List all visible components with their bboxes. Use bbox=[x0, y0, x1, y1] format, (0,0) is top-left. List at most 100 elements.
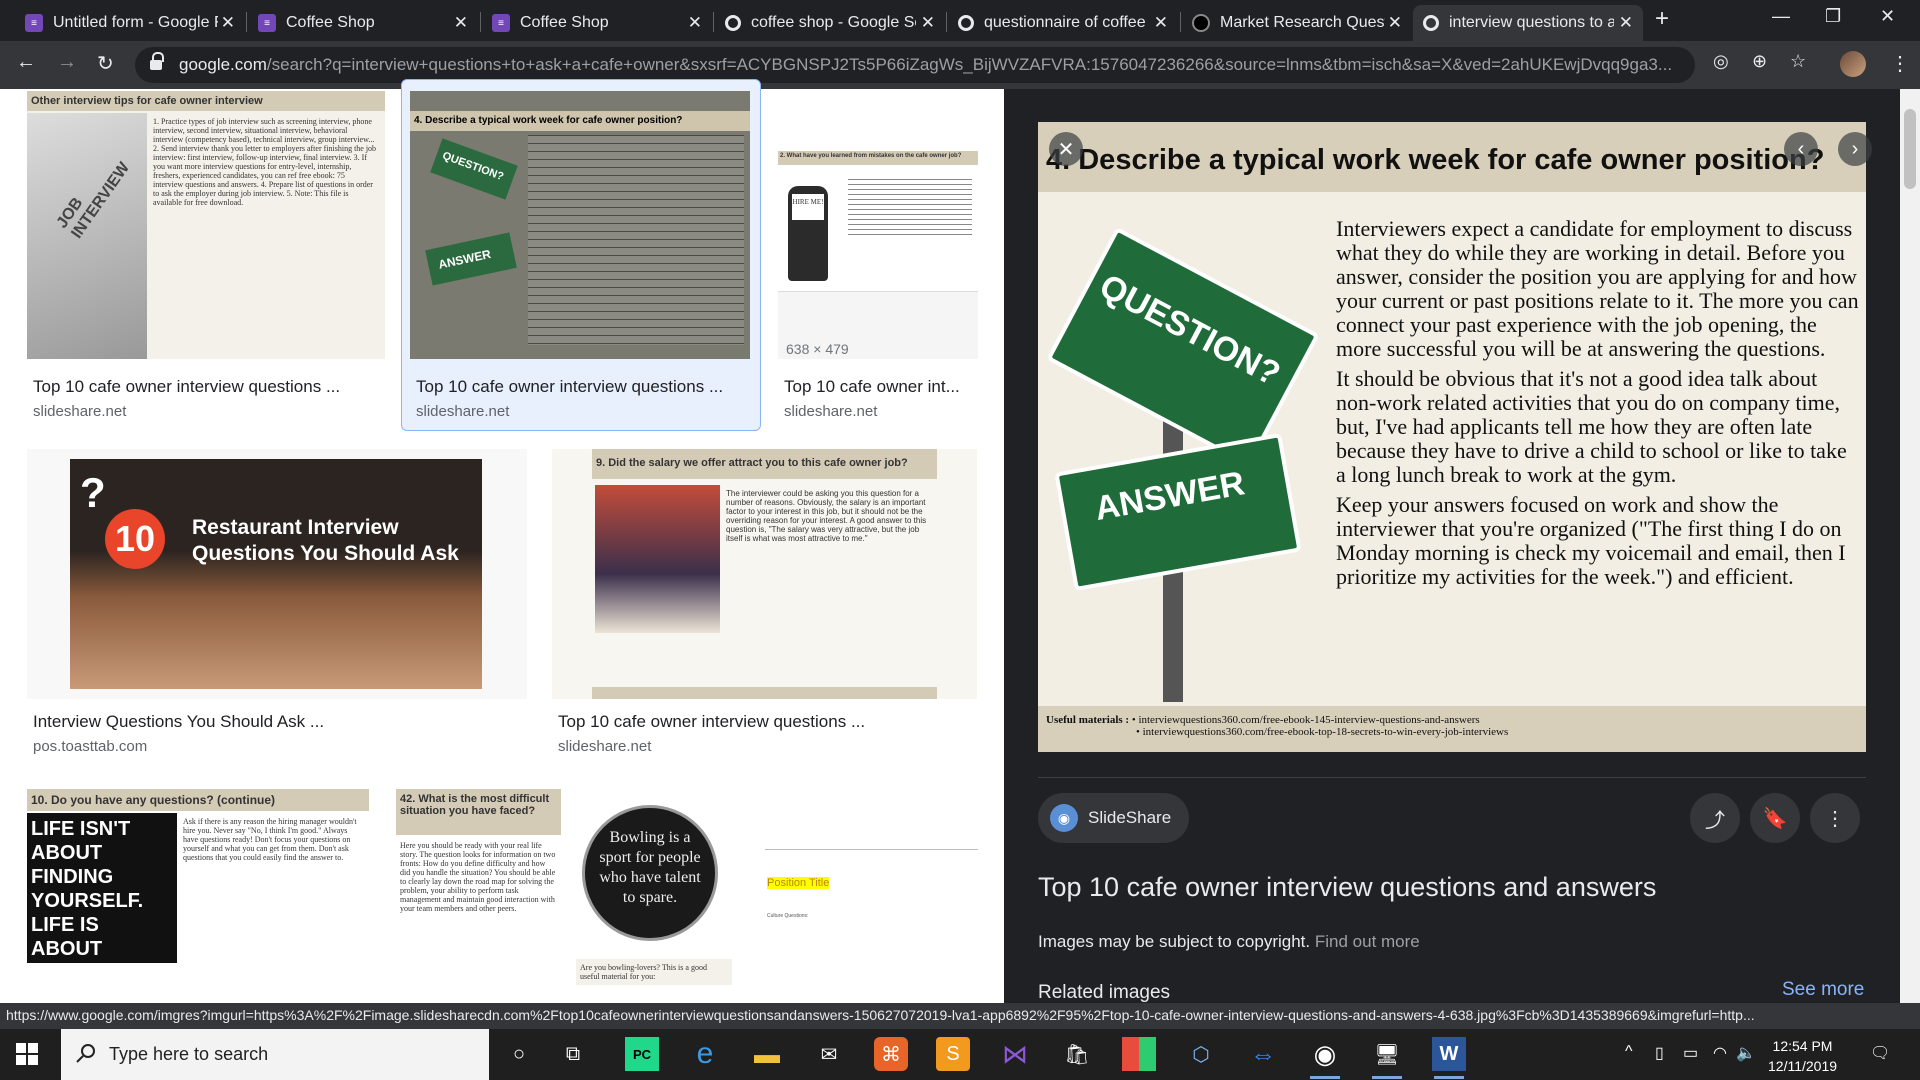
source-chip[interactable]: ◉ SlideShare bbox=[1038, 793, 1190, 843]
forward-icon[interactable]: → bbox=[57, 51, 77, 74]
3d-box-icon[interactable]: ⬡ bbox=[1184, 1037, 1218, 1071]
google-icon bbox=[958, 15, 974, 31]
more-options-icon[interactable]: ⋮ bbox=[1810, 793, 1860, 843]
sublime-icon[interactable]: S bbox=[936, 1037, 970, 1071]
close-tab-icon[interactable]: ✕ bbox=[688, 13, 702, 33]
preview-title[interactable]: Top 10 cafe owner interview questions an… bbox=[1038, 872, 1656, 903]
tab-interview-questions[interactable]: interview questions to ask ✕ bbox=[1413, 5, 1643, 41]
result-card[interactable]: Position Title Culture Questions: bbox=[765, 789, 978, 1003]
preview-image[interactable]: 4. Describe a typical work week for cafe… bbox=[1038, 122, 1866, 752]
url-path: /search?q=interview+questions+to+ask+a+c… bbox=[266, 55, 1673, 74]
mail-icon[interactable]: ✉ bbox=[812, 1037, 846, 1071]
result-title[interactable]: Top 10 cafe owner interview questions ..… bbox=[33, 377, 363, 397]
chrome-icon[interactable]: ◉ bbox=[1308, 1037, 1342, 1079]
close-tab-icon[interactable]: ✕ bbox=[1619, 13, 1633, 33]
result-thumbnail[interactable]: 2. What have you learned from mistakes o… bbox=[778, 91, 978, 359]
tab-coffee-shop-search[interactable]: coffee shop - Google Search ✕ bbox=[715, 5, 945, 41]
new-tab-icon[interactable]: + bbox=[1655, 5, 1669, 33]
explorer-window-icon[interactable]: 🖥 bbox=[1370, 1037, 1404, 1079]
result-title[interactable]: Top 10 cafe owner int... bbox=[784, 377, 974, 397]
close-preview-icon[interactable]: ✕ bbox=[1049, 132, 1083, 166]
status-bar-url: https://www.google.com/imgres?imgurl=htt… bbox=[0, 1003, 1920, 1029]
result-source[interactable]: slideshare.net bbox=[558, 738, 651, 755]
forms-icon: ≡ bbox=[492, 14, 510, 32]
clock[interactable]: 12:54 PM 12/11/2019 bbox=[1768, 1036, 1837, 1076]
previous-image-icon[interactable]: ‹ bbox=[1784, 132, 1818, 166]
result-thumbnail[interactable]: ? 10 Restaurant Interview Questions You … bbox=[27, 449, 527, 699]
result-source[interactable]: slideshare.net bbox=[33, 403, 126, 420]
result-card[interactable]: Other interview tips for cafe owner inte… bbox=[27, 91, 385, 421]
result-title[interactable]: Interview Questions You Should Ask ... bbox=[33, 712, 513, 732]
bookmark-icon[interactable]: 🔖 bbox=[1750, 793, 1800, 843]
wifi-icon[interactable]: ◠ bbox=[1713, 1043, 1727, 1063]
result-card[interactable]: 9. Did the salary we offer attract you t… bbox=[552, 449, 977, 755]
visual-studio-icon[interactable]: ⋈ bbox=[998, 1037, 1032, 1071]
taskbar-search[interactable]: Type here to search bbox=[61, 1029, 489, 1080]
tray-app-icon[interactable]: ▯ bbox=[1655, 1043, 1664, 1063]
result-thumbnail[interactable]: 10. Do you have any questions? (continue… bbox=[27, 789, 369, 1003]
result-card[interactable]: 42. What is the most difficult situation… bbox=[396, 789, 736, 1003]
cortana-icon[interactable]: ○ bbox=[502, 1037, 536, 1071]
find-out-more-link[interactable]: Find out more bbox=[1315, 932, 1420, 951]
result-card-selected[interactable]: 4. Describe a typical work week for cafe… bbox=[410, 91, 750, 421]
result-thumbnail[interactable]: 9. Did the salary we offer attract you t… bbox=[552, 449, 977, 699]
preview-heading: 4. Describe a typical work week for cafe… bbox=[1038, 122, 1866, 192]
close-tab-icon[interactable]: ✕ bbox=[1388, 13, 1402, 33]
result-thumbnail[interactable]: 42. What is the most difficult situation… bbox=[396, 789, 736, 1003]
search-icon bbox=[76, 1044, 95, 1063]
colorful-app-icon[interactable] bbox=[1122, 1037, 1156, 1071]
share-icon[interactable]: ⤴ bbox=[1690, 793, 1740, 843]
close-window-icon[interactable]: ✕ bbox=[1880, 6, 1895, 27]
result-thumbnail[interactable]: Other interview tips for cafe owner inte… bbox=[27, 91, 385, 359]
result-title[interactable]: Top 10 cafe owner interview questions ..… bbox=[416, 377, 736, 397]
next-image-icon[interactable]: › bbox=[1838, 132, 1872, 166]
star-icon[interactable]: ☆ bbox=[1790, 51, 1806, 72]
page-scrollbar[interactable] bbox=[1900, 89, 1920, 1003]
battery-icon[interactable]: ▭ bbox=[1683, 1043, 1698, 1063]
task-view-icon[interactable]: ⧉ bbox=[556, 1037, 590, 1071]
location-icon[interactable]: ◎ bbox=[1713, 51, 1729, 72]
result-source[interactable]: slideshare.net bbox=[784, 403, 877, 420]
close-tab-icon[interactable]: ✕ bbox=[1154, 13, 1168, 33]
close-tab-icon[interactable]: ✕ bbox=[454, 13, 468, 33]
chrome-menu-icon[interactable]: ⋮ bbox=[1890, 51, 1910, 76]
app-icon[interactable]: ⌘ bbox=[874, 1037, 908, 1071]
result-card[interactable]: ? 10 Restaurant Interview Questions You … bbox=[27, 449, 527, 755]
start-button[interactable] bbox=[16, 1043, 38, 1065]
result-card[interactable]: 2. What have you learned from mistakes o… bbox=[778, 91, 978, 421]
tab-coffee-shop-1[interactable]: ≡ Coffee Shop ✕ bbox=[248, 5, 478, 41]
result-card[interactable]: 10. Do you have any questions? (continue… bbox=[27, 789, 369, 1003]
back-icon[interactable]: ← bbox=[16, 51, 36, 74]
bowling-badge: Bowling is a sport for people who have t… bbox=[582, 805, 718, 941]
result-source[interactable]: slideshare.net bbox=[416, 403, 509, 420]
teamviewer-icon[interactable]: ⇔ bbox=[1246, 1037, 1280, 1071]
result-title[interactable]: Top 10 cafe owner interview questions ..… bbox=[558, 712, 958, 732]
see-more-link[interactable]: See more bbox=[1782, 979, 1864, 1001]
address-bar[interactable]: google.com/search?q=interview+questions+… bbox=[135, 47, 1806, 83]
tab-coffee-shop-2[interactable]: ≡ Coffee Shop ✕ bbox=[482, 5, 712, 41]
zoom-icon[interactable]: ⊕ bbox=[1752, 51, 1767, 72]
tray-chevron-icon[interactable]: ^ bbox=[1625, 1043, 1633, 1061]
word-icon[interactable]: W bbox=[1432, 1037, 1466, 1079]
pycharm-icon[interactable]: PC bbox=[625, 1037, 659, 1071]
result-source[interactable]: pos.toasttab.com bbox=[33, 738, 147, 755]
result-thumbnail[interactable]: 4. Describe a typical work week for cafe… bbox=[410, 91, 750, 359]
result-thumbnail[interactable]: Position Title Culture Questions: bbox=[765, 789, 978, 1003]
notifications-icon[interactable]: 🗨 bbox=[1870, 1043, 1890, 1063]
edge-icon[interactable]: e bbox=[688, 1037, 722, 1071]
minimize-icon[interactable]: — bbox=[1772, 6, 1790, 27]
close-tab-icon[interactable]: ✕ bbox=[221, 13, 235, 33]
restore-icon[interactable]: ❐ bbox=[1825, 6, 1841, 27]
profile-avatar[interactable] bbox=[1840, 51, 1866, 77]
close-tab-icon[interactable]: ✕ bbox=[921, 13, 935, 33]
site-icon bbox=[1192, 14, 1210, 32]
tab-questionnaire[interactable]: questionnaire of coffee shop ✕ bbox=[948, 5, 1178, 41]
volume-icon[interactable]: 🔈 bbox=[1736, 1043, 1756, 1063]
browser-toolbar: ← → ↻ google.com/search?q=interview+ques… bbox=[0, 41, 1920, 89]
tab-untitled-form[interactable]: ≡ Untitled form - Google Forms ✕ bbox=[15, 5, 245, 41]
image-preview-panel: 4. Describe a typical work week for cafe… bbox=[1004, 89, 1900, 1003]
store-icon[interactable]: 🛍 bbox=[1060, 1037, 1094, 1071]
file-explorer-icon[interactable]: ▬ bbox=[750, 1037, 784, 1071]
tab-market-research[interactable]: Market Research Question ✕ bbox=[1182, 5, 1412, 41]
reload-icon[interactable]: ↻ bbox=[97, 51, 114, 76]
